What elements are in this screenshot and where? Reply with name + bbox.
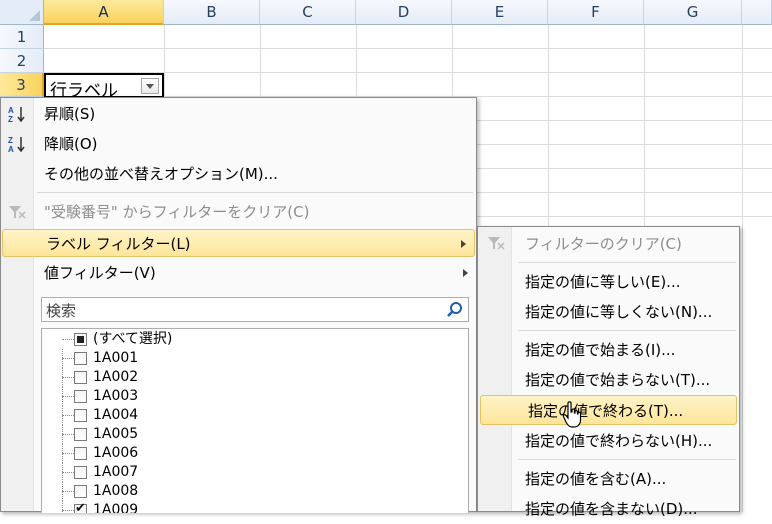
submenu-item-not-contains[interactable]: 指定の値を含まない(D)... [478,494,739,524]
submenu-item-contains[interactable]: 指定の値を含む(A)... [478,464,739,494]
list-item[interactable]: 1A007 [42,463,442,482]
list-item[interactable]: 1A008 [42,482,442,501]
list-item[interactable]: 1A006 [42,444,442,463]
checkbox[interactable] [74,447,87,460]
select-all-corner[interactable] [0,0,44,25]
search-input[interactable]: 検索 [41,297,469,322]
checkbox[interactable] [74,485,87,498]
column-header-a[interactable]: A [44,0,164,25]
row-header-1[interactable]: 1 [0,25,44,49]
active-cell-a3[interactable]: 行ラベル [44,73,164,101]
submenu-item-not-begins-with[interactable]: 指定の値で始まらない(T)... [478,365,739,395]
menu-separator [518,330,736,331]
list-item[interactable]: 1A001 [42,349,442,368]
sort-ascending-icon: A Z [8,106,25,123]
svg-text:Z: Z [8,115,13,123]
list-item[interactable]: 1A002 [42,368,442,387]
list-item[interactable]: 1A005 [42,425,442,444]
column-header-b[interactable]: B [164,0,260,25]
list-item[interactable]: 1A009 [42,501,442,513]
checkbox[interactable] [74,466,87,479]
column-header-partial[interactable] [742,0,772,25]
submenu-item-clear-filter[interactable]: フィルターのクリア(C) [478,229,739,259]
menu-separator [518,262,736,263]
column-header-g[interactable]: G [644,0,742,25]
checkbox[interactable] [74,371,87,384]
menu-item-more-sort-options[interactable]: その他の並べ替えオプション(M)... [1,160,476,188]
menu-item-sort-ascending[interactable]: A Z 昇順(S) [1,100,476,128]
menu-separator [518,459,736,460]
submenu-item-begins-with[interactable]: 指定の値で始まる(I)... [478,335,739,365]
clear-filter-icon [9,206,26,219]
row-header-2[interactable]: 2 [0,49,44,73]
svg-text:Z: Z [8,136,13,145]
checkbox[interactable] [74,333,87,346]
label-filter-submenu: フィルターのクリア(C) 指定の値に等しい(E)... 指定の値に等しくない(N… [477,226,740,518]
menu-item-sort-descending[interactable]: Z A 降順(O) [1,130,476,158]
menu-item-value-filter[interactable]: 値フィルター(V) [1,259,476,287]
checkbox[interactable] [74,352,87,365]
submenu-arrow-icon [461,240,466,248]
checkbox[interactable] [74,390,87,403]
sort-descending-icon: Z A [8,136,25,153]
submenu-item-ends-with[interactable]: 指定の値で終わる(T)... [480,395,737,425]
column-header-d[interactable]: D [356,0,452,25]
filter-menu: A Z 昇順(S) Z A 降順(O) その他の並べ替えオプション(M)... … [0,97,477,513]
list-item-select-all[interactable]: (すべて選択) [42,330,442,349]
svg-text:A: A [8,145,14,153]
hand-pointer-cursor-icon [562,401,582,428]
filter-dropdown-button[interactable] [141,78,159,94]
search-icon[interactable] [446,301,464,319]
filter-item-list[interactable]: (すべて選択) 1A001 1A002 1A003 1A004 1A005 1A… [41,328,469,513]
submenu-item-not-equals[interactable]: 指定の値に等しくない(N)... [478,297,739,327]
list-item[interactable]: 1A003 [42,387,442,406]
menu-separator [37,192,473,193]
checkbox[interactable] [74,409,87,422]
menu-item-label-filter[interactable]: ラベル フィルター(L) [2,229,475,257]
column-header-e[interactable]: E [452,0,548,25]
column-header-f[interactable]: F [548,0,644,25]
svg-text:A: A [8,106,14,115]
menu-item-clear-filter[interactable]: "受験番号" からフィルターをクリア(C) [1,198,476,226]
clear-filter-icon [488,237,505,250]
submenu-arrow-icon [463,269,468,277]
submenu-item-not-ends-with[interactable]: 指定の値で終わらない(H)... [478,426,739,456]
row-header-3[interactable]: 3 [0,73,44,97]
column-header-c[interactable]: C [260,0,356,25]
list-item[interactable]: 1A004 [42,406,442,425]
submenu-item-equals[interactable]: 指定の値に等しい(E)... [478,267,739,297]
checkbox[interactable] [74,428,87,441]
